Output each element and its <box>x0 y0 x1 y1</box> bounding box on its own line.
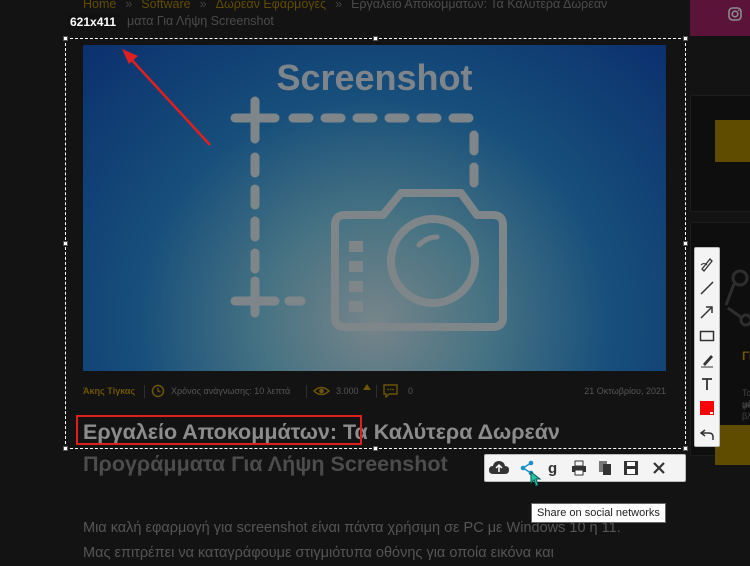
resize-handle-ne[interactable] <box>683 36 688 41</box>
resize-handle-se[interactable] <box>683 446 688 451</box>
undo-icon <box>699 429 714 440</box>
resize-handle-w[interactable] <box>63 241 68 246</box>
action-toolbar: g <box>484 454 686 482</box>
marker-icon <box>701 355 713 368</box>
upload-button[interactable] <box>487 457 511 479</box>
arrow-icon <box>700 306 713 319</box>
color-swatch-icon <box>700 401 714 415</box>
resize-handle-sw[interactable] <box>63 446 68 451</box>
line-icon <box>700 281 714 295</box>
color-picker-button[interactable] <box>697 398 717 418</box>
text-icon <box>702 378 712 390</box>
search-google-button[interactable]: g <box>541 457 565 479</box>
google-icon: g <box>548 460 557 476</box>
save-icon <box>624 461 638 475</box>
annotation-rectangle[interactable] <box>76 415 362 445</box>
cloud-upload-icon <box>489 461 509 474</box>
resize-handle-e[interactable] <box>683 241 688 246</box>
arrow-tool-button[interactable] <box>697 302 717 322</box>
resize-handle-n[interactable] <box>373 36 378 41</box>
drawing-toolbar <box>694 247 720 447</box>
line-tool-button[interactable] <box>697 278 717 298</box>
share-tooltip: Share on social networks <box>531 503 666 523</box>
close-button[interactable] <box>647 457 671 479</box>
resize-handle-s[interactable] <box>373 446 378 451</box>
rectangle-tool-button[interactable] <box>697 326 717 346</box>
pen-tool-button[interactable] <box>697 254 717 274</box>
text-tool-button[interactable] <box>697 374 717 394</box>
rectangle-icon <box>699 330 715 342</box>
hand-cursor-icon <box>530 470 541 487</box>
save-button[interactable] <box>619 457 643 479</box>
pen-icon <box>700 258 713 272</box>
svg-text:g: g <box>548 460 557 476</box>
close-icon <box>653 462 665 474</box>
undo-button[interactable] <box>697 424 717 444</box>
copy-button[interactable] <box>593 457 617 479</box>
resize-handle-nw[interactable] <box>63 36 68 41</box>
copy-icon <box>599 461 611 475</box>
print-button[interactable] <box>567 457 591 479</box>
print-icon <box>572 460 586 476</box>
selection-size-label: 621x411 <box>67 14 120 30</box>
marker-tool-button[interactable] <box>697 350 717 370</box>
